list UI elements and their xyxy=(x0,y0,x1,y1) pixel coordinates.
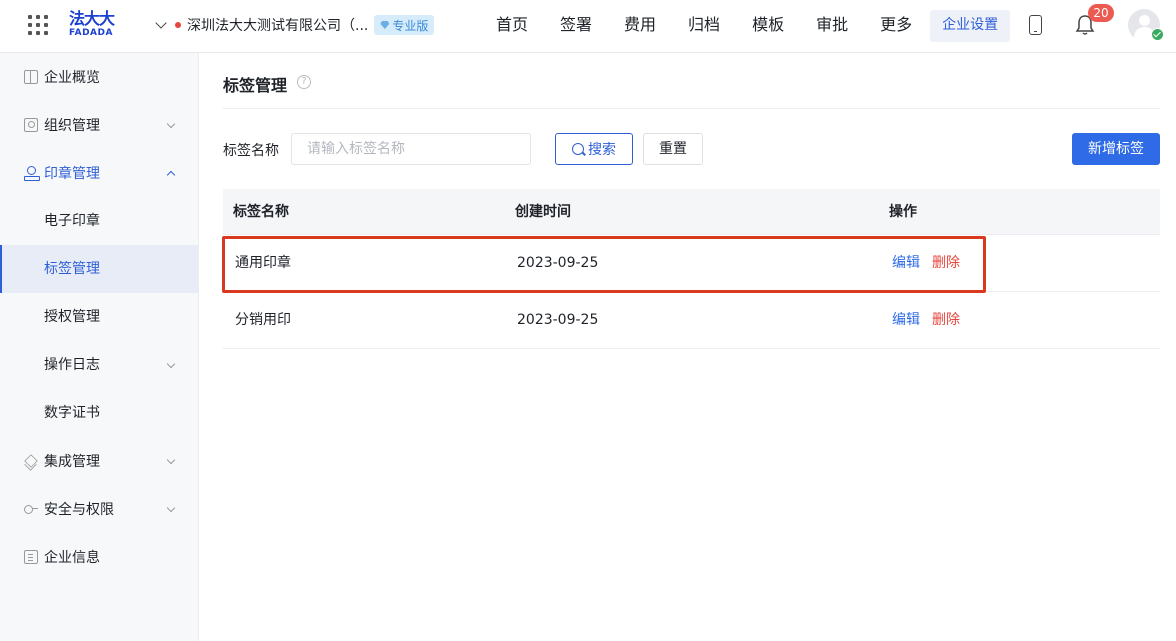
sidebar-item-authorization[interactable]: 授权管理 xyxy=(0,293,198,341)
sidebar-item-tag-management[interactable]: 标签管理 xyxy=(0,245,198,293)
sidebar-item-digital-certificate[interactable]: 数字证书 xyxy=(0,389,198,437)
add-tag-button[interactable]: 新增标签 xyxy=(1072,133,1160,165)
chevron-down-icon xyxy=(166,503,176,513)
column-header-created: 创建时间 xyxy=(515,204,571,220)
sidebar-item-label: 集成管理 xyxy=(44,454,100,470)
filter-label: 标签名称 xyxy=(223,143,279,159)
top-nav: 首页 签署 费用 归档 模板 审批 更多 企业设置 xyxy=(480,10,1011,42)
sidebar-item-enterprise-info[interactable]: 企业信息 xyxy=(0,533,198,581)
cell-created-time: 2023-09-25 xyxy=(517,312,599,328)
sidebar-item-seal-management[interactable]: 印章管理 xyxy=(0,149,198,197)
company-name: 深圳法大大测试有限公司（... xyxy=(187,18,369,34)
table-header: 标签名称 创建时间 操作 xyxy=(223,189,1160,235)
verified-icon xyxy=(1151,28,1164,41)
layers-icon xyxy=(24,454,38,468)
logo-text-cn: 法大大 xyxy=(69,9,115,28)
logo-text-en: FADADA xyxy=(69,28,113,38)
nav-approval[interactable]: 审批 xyxy=(800,10,864,42)
chevron-down-icon xyxy=(166,455,176,465)
key-icon xyxy=(24,502,38,516)
search-button-label: 搜索 xyxy=(588,142,616,158)
edit-link[interactable]: 编辑 xyxy=(892,235,920,291)
sidebar-item-label: 组织管理 xyxy=(44,118,100,134)
stamp-icon xyxy=(24,166,40,181)
table-row: 分销用印 2023-09-25 编辑 删除 xyxy=(223,292,1160,349)
column-header-name: 标签名称 xyxy=(233,204,289,220)
sidebar-item-organization[interactable]: 组织管理 xyxy=(0,101,198,149)
edition-badge: 专业版 xyxy=(374,15,435,35)
nav-more[interactable]: 更多 xyxy=(864,10,928,42)
chevron-down-icon xyxy=(166,359,176,369)
nav-home[interactable]: 首页 xyxy=(480,10,544,42)
sidebar-item-label: 安全与权限 xyxy=(44,502,114,518)
chevron-down-icon xyxy=(155,17,167,29)
delete-link[interactable]: 删除 xyxy=(932,235,960,291)
page-title: 标签管理 xyxy=(223,76,288,95)
top-bar: 法大大 FADADA 深圳法大大测试有限公司（... 专业版 首页 签署 费用 … xyxy=(0,0,1176,53)
mobile-icon[interactable] xyxy=(1029,15,1042,35)
divider xyxy=(223,108,1160,109)
sidebar-item-operation-log[interactable]: 操作日志 xyxy=(0,341,198,389)
search-icon xyxy=(572,143,584,155)
main-content: 标签管理 ? 标签名称 搜索 重置 新增标签 标签名称 创建时间 操作 通用印章… xyxy=(199,53,1176,641)
search-button[interactable]: 搜索 xyxy=(555,133,633,165)
nav-archive[interactable]: 归档 xyxy=(672,10,736,42)
chevron-down-icon xyxy=(166,119,176,129)
info-icon xyxy=(24,550,38,564)
chevron-up-icon xyxy=(166,170,176,180)
org-icon xyxy=(24,118,38,132)
sidebar-item-overview[interactable]: 企业概览 xyxy=(0,53,198,101)
nav-templates[interactable]: 模板 xyxy=(736,10,800,42)
nav-fees[interactable]: 费用 xyxy=(608,10,672,42)
tag-table: 标签名称 创建时间 操作 通用印章 2023-09-25 编辑 删除 分销用印 … xyxy=(223,189,1160,349)
sidebar: 企业概览 组织管理 印章管理 电子印章 标签管理 授权管理 操作日志 数字证书 … xyxy=(0,53,199,641)
column-header-actions: 操作 xyxy=(889,204,917,220)
sidebar-item-integration[interactable]: 集成管理 xyxy=(0,437,198,485)
cell-tag-name: 通用印章 xyxy=(235,255,291,271)
nav-sign[interactable]: 签署 xyxy=(544,10,608,42)
company-switcher[interactable]: 深圳法大大测试有限公司（... 专业版 xyxy=(155,14,435,36)
notification-badge: 20 xyxy=(1088,4,1114,22)
grid-icon xyxy=(24,70,38,84)
table-row: 通用印章 2023-09-25 编辑 删除 xyxy=(223,235,1160,292)
sidebar-item-electronic-seal[interactable]: 电子印章 xyxy=(0,197,198,245)
edition-badge-label: 专业版 xyxy=(392,18,429,33)
cell-tag-name: 分销用印 xyxy=(235,312,291,328)
tag-name-input[interactable] xyxy=(291,133,531,165)
status-dot xyxy=(175,22,181,28)
sidebar-item-label: 印章管理 xyxy=(44,166,100,182)
edit-link[interactable]: 编辑 xyxy=(892,292,920,348)
delete-link[interactable]: 删除 xyxy=(932,292,960,348)
nav-enterprise-settings[interactable]: 企业设置 xyxy=(930,10,1011,42)
sidebar-item-label: 企业概览 xyxy=(44,70,100,86)
cell-created-time: 2023-09-25 xyxy=(517,255,599,271)
reset-button[interactable]: 重置 xyxy=(643,133,703,165)
app-launcher-icon[interactable] xyxy=(28,15,48,35)
diamond-icon xyxy=(380,21,390,29)
sidebar-item-label: 企业信息 xyxy=(44,550,100,566)
fadada-logo[interactable]: 法大大 FADADA xyxy=(69,10,121,40)
sidebar-item-label: 操作日志 xyxy=(44,357,100,373)
help-icon[interactable]: ? xyxy=(297,75,311,89)
sidebar-item-security[interactable]: 安全与权限 xyxy=(0,485,198,533)
